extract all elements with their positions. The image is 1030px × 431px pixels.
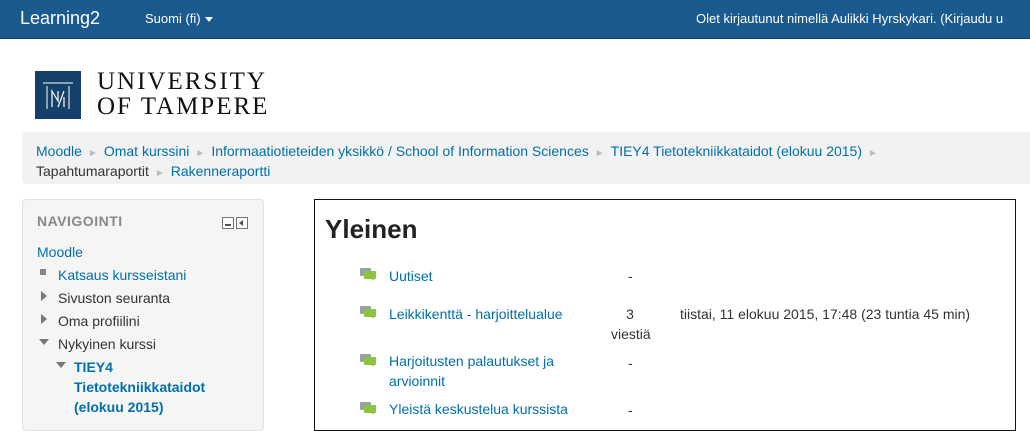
post-count: - <box>628 355 633 371</box>
forum-link-line-2: arvioinnit <box>389 373 446 389</box>
section-title: Yleinen <box>325 214 418 244</box>
forum-link-line-1: Harjoitusten palautukset ja <box>389 353 554 369</box>
logo-line-2: OF TAMPERE <box>97 93 270 120</box>
breadcrumb-reports: Tapahtumaraportit <box>36 163 149 179</box>
collapse-arrow-icon[interactable] <box>56 362 66 368</box>
language-menu[interactable]: Suomi (fi) <box>145 11 213 26</box>
breadcrumb-separator: ► <box>594 148 605 159</box>
forum-icon <box>360 354 376 367</box>
last-post-date: tiistai, 11 elokuu 2015, 17:48 (23 tunti… <box>680 306 971 322</box>
post-count-number: 3 <box>626 306 634 322</box>
post-count: - <box>628 402 633 418</box>
course-line-2: Tietotekniikkataidot <box>74 379 206 395</box>
logo-line-1: UNIVERSITY <box>97 68 267 95</box>
breadcrumb-school[interactable]: Informaatiotieteiden yksikkö / School of… <box>211 143 588 159</box>
forum-link-submissions[interactable]: Harjoitusten palautukset ja arvioinnit <box>389 351 554 391</box>
breadcrumb: Moodle ► Omat kurssini ► Informaatiotieteide… <box>22 132 1030 184</box>
breadcrumb-course[interactable]: TIEY4 Tietotekniikkataidot (elokuu 2015) <box>611 143 862 159</box>
forum-link-general-discussion[interactable]: Yleistä keskustelua kurssista <box>389 399 568 419</box>
navigation-block: NAVIGOINTI Moodle Katsaus kursseistani S… <box>22 199 264 431</box>
breadcrumb-moodle[interactable]: Moodle <box>36 143 82 159</box>
top-navbar: Learning2 Suomi (fi) Olet kirjautunut ni… <box>0 0 1030 39</box>
nav-site-tracking[interactable]: Sivuston seuranta <box>58 290 170 306</box>
bullet-icon <box>40 269 46 275</box>
nav-course-link[interactable]: TIEY4 Tietotekniikkataidot (elokuu 2015) <box>74 357 205 417</box>
forum-icon <box>360 268 376 281</box>
post-count-unit: viestiä <box>611 326 651 342</box>
caret-down-icon <box>204 17 213 23</box>
forum-icon <box>360 402 376 415</box>
breadcrumb-separator: ► <box>195 148 206 159</box>
collapse-icon[interactable] <box>222 217 234 229</box>
main-content: Yleinen Uutiset - Leikkikenttä - harjoit… <box>314 199 1016 431</box>
nav-current-course[interactable]: Nykyinen kurssi <box>58 336 156 352</box>
breadcrumb-my-courses[interactable]: Omat kurssini <box>104 143 190 159</box>
navigation-title: NAVIGOINTI <box>37 213 123 229</box>
course-line-3: (elokuu 2015) <box>74 399 164 415</box>
logo-wordmark: UNIVERSITY OF TAMPERE <box>97 69 269 119</box>
logo-emblem-icon <box>35 71 81 119</box>
breadcrumb-separator: ► <box>154 168 165 179</box>
post-count: - <box>628 268 633 284</box>
forum-link-playground[interactable]: Leikkikenttä - harjoittelualue <box>389 304 563 324</box>
nav-moodle-link[interactable]: Moodle <box>37 244 83 260</box>
nav-course-overview[interactable]: Katsaus kursseistani <box>58 267 186 283</box>
site-brand-link[interactable]: Learning2 <box>20 8 100 29</box>
breadcrumb-structure-report[interactable]: Rakenneraportti <box>171 163 271 179</box>
login-info: Olet kirjautunut nimellä Aulikki Hyrskyk… <box>696 11 1004 26</box>
expand-arrow-icon[interactable] <box>41 291 47 301</box>
dock-icon[interactable] <box>236 217 248 229</box>
collapse-arrow-icon[interactable] <box>39 339 49 345</box>
forum-icon <box>360 306 376 319</box>
post-count: 3 viestiä <box>611 304 651 344</box>
nav-my-profile[interactable]: Oma profiilini <box>58 313 140 329</box>
expand-arrow-icon[interactable] <box>41 314 47 324</box>
breadcrumb-separator: ► <box>868 148 878 159</box>
breadcrumb-separator: ► <box>87 148 98 159</box>
course-line-1: TIEY4 <box>74 359 113 375</box>
language-label: Suomi (fi) <box>145 11 201 26</box>
forum-link-news[interactable]: Uutiset <box>389 266 433 286</box>
